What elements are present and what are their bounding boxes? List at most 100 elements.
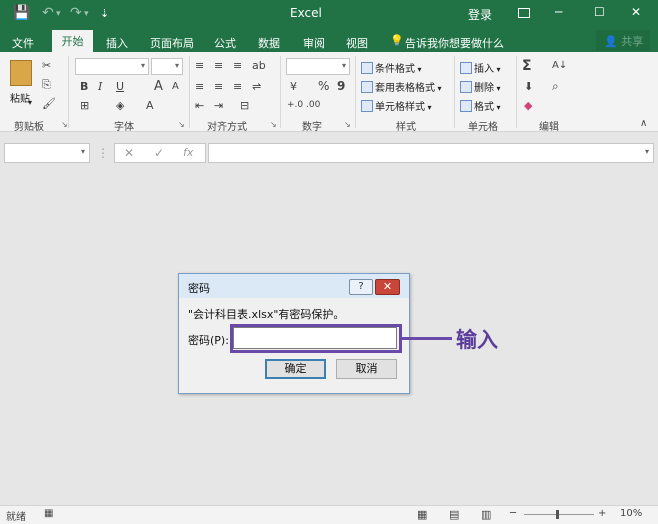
undo-icon[interactable]: ↶ bbox=[42, 5, 54, 21]
dialog-close-button[interactable]: ✕ bbox=[375, 279, 400, 295]
page-break-view-icon[interactable]: ▥ bbox=[481, 508, 491, 521]
tab-formulas[interactable]: 公式 bbox=[214, 35, 236, 51]
autosum-icon[interactable]: Σ bbox=[522, 58, 532, 74]
cells-group-label: 单元格 bbox=[468, 122, 498, 133]
chevron-down-icon: ▾ bbox=[174, 61, 179, 70]
clipboard-launcher-icon[interactable]: ↘ bbox=[61, 120, 68, 129]
border-icon[interactable]: ⊞ bbox=[80, 99, 89, 112]
align-center-icon[interactable]: ≡ bbox=[214, 80, 223, 93]
zoom-level[interactable]: 10% bbox=[620, 508, 642, 519]
chevron-down-icon: ▾ bbox=[415, 65, 422, 74]
zoom-in-icon[interactable]: + bbox=[598, 508, 606, 519]
italic-icon[interactable]: I bbox=[98, 80, 102, 93]
cancel-icon[interactable]: ✕ bbox=[124, 146, 134, 160]
merge-center-icon[interactable]: ⊟ bbox=[240, 99, 249, 112]
number-launcher-icon[interactable]: ↘ bbox=[344, 120, 351, 129]
tab-data[interactable]: 数据 bbox=[258, 35, 280, 51]
page-layout-view-icon[interactable]: ▤ bbox=[449, 508, 459, 521]
delete-cells-button[interactable]: 删除 ▾ bbox=[460, 79, 501, 94]
grow-font-icon[interactable]: A bbox=[154, 79, 163, 94]
ribbon-tabs bbox=[0, 28, 658, 52]
comma-style-icon[interactable]: 9 bbox=[337, 79, 345, 93]
help-button[interactable]: ? bbox=[349, 279, 373, 295]
annotation-label: 输入 bbox=[456, 328, 498, 352]
customize-qat-icon[interactable]: ⇣ bbox=[100, 7, 109, 20]
macro-record-icon[interactable]: ▦ bbox=[44, 508, 53, 519]
save-icon[interactable]: 💾 bbox=[13, 5, 30, 21]
chevron-down-icon: ▾ bbox=[435, 84, 442, 93]
paste-dropdown-icon[interactable]: ▾ bbox=[28, 98, 32, 107]
number-format-combo[interactable]: ▾ bbox=[286, 58, 350, 75]
tell-me-search[interactable]: 告诉我你想要做什么 bbox=[405, 35, 504, 51]
number-group-label: 数字 bbox=[302, 122, 322, 133]
align-right-icon[interactable]: ≡ bbox=[233, 80, 242, 93]
formula-input[interactable]: ▾ bbox=[208, 143, 654, 163]
alignment-launcher-icon[interactable]: ↘ bbox=[270, 120, 277, 129]
chevron-down-icon: ▾ bbox=[494, 103, 501, 112]
close-icon[interactable]: ✕ bbox=[631, 5, 641, 19]
shrink-font-icon[interactable]: A bbox=[172, 81, 179, 92]
align-bottom-icon[interactable]: ≡ bbox=[233, 59, 242, 72]
tab-view[interactable]: 视图 bbox=[346, 35, 368, 51]
wrap-text-icon[interactable]: ⇌ bbox=[252, 80, 261, 93]
maximize-icon[interactable]: ☐ bbox=[594, 5, 605, 19]
decrease-indent-icon[interactable]: ⇤ bbox=[195, 99, 204, 112]
cancel-button[interactable]: 取消 bbox=[336, 359, 397, 379]
tab-page-layout[interactable]: 页面布局 bbox=[150, 35, 194, 51]
bold-icon[interactable]: B bbox=[80, 80, 88, 93]
format-painter-icon[interactable]: 🖌 bbox=[42, 97, 56, 110]
zoom-slider[interactable] bbox=[524, 514, 594, 515]
percent-icon[interactable]: % bbox=[318, 79, 329, 93]
format-cells-icon bbox=[460, 100, 472, 112]
decrease-decimal-icon[interactable]: .00 bbox=[306, 100, 320, 110]
tab-review[interactable]: 审阅 bbox=[303, 35, 325, 51]
cell-styles-button[interactable]: 单元格样式 ▾ bbox=[361, 98, 432, 113]
font-size-combo[interactable]: ▾ bbox=[151, 58, 183, 75]
font-launcher-icon[interactable]: ↘ bbox=[178, 120, 185, 129]
minimize-icon[interactable]: ─ bbox=[555, 5, 562, 19]
ok-button[interactable]: 确定 bbox=[265, 359, 326, 379]
chevron-down-icon: ▾ bbox=[494, 65, 501, 74]
fill-down-icon[interactable]: ⬇ bbox=[524, 80, 533, 93]
tab-insert[interactable]: 插入 bbox=[106, 35, 128, 51]
orientation-icon[interactable]: ab bbox=[252, 59, 266, 72]
cut-icon[interactable]: ✂ bbox=[42, 59, 51, 72]
ribbon-display-options-icon[interactable] bbox=[518, 8, 530, 18]
format-cells-button[interactable]: 格式 ▾ bbox=[460, 98, 501, 113]
tab-file[interactable]: 文件 bbox=[12, 35, 34, 51]
tab-home[interactable]: 开始 bbox=[52, 30, 93, 52]
normal-view-icon[interactable]: ▦ bbox=[417, 508, 427, 521]
undo-dropdown-icon[interactable]: ▾ bbox=[56, 9, 61, 19]
font-color-icon[interactable]: A bbox=[146, 99, 154, 112]
insert-function-icon[interactable]: fx bbox=[183, 146, 193, 159]
align-middle-icon[interactable]: ≡ bbox=[214, 59, 223, 72]
align-left-icon[interactable]: ≡ bbox=[195, 80, 204, 93]
enter-icon[interactable]: ✓ bbox=[154, 146, 164, 160]
login-link[interactable]: 登录 bbox=[468, 6, 492, 23]
font-name-combo[interactable]: ▾ bbox=[75, 58, 149, 75]
zoom-out-icon[interactable]: ─ bbox=[510, 508, 516, 519]
conditional-format-button[interactable]: 条件格式 ▾ bbox=[361, 60, 422, 75]
sort-filter-icon[interactable]: A↓ bbox=[552, 60, 567, 71]
find-select-icon[interactable]: ⌕ bbox=[552, 79, 559, 94]
expand-formula-icon[interactable]: ▾ bbox=[645, 147, 649, 156]
redo-dropdown-icon[interactable]: ▾ bbox=[84, 9, 89, 19]
currency-icon[interactable]: ¥ bbox=[290, 80, 297, 93]
collapse-ribbon-icon[interactable]: ∧ bbox=[640, 118, 647, 129]
password-input[interactable] bbox=[233, 327, 397, 349]
insert-cells-button[interactable]: 插入 ▾ bbox=[460, 60, 501, 75]
share-button[interactable]: 👤 共享 bbox=[596, 30, 650, 51]
increase-indent-icon[interactable]: ⇥ bbox=[214, 99, 223, 112]
paste-label[interactable]: 粘贴 bbox=[10, 90, 30, 105]
redo-icon[interactable]: ↷ bbox=[70, 5, 82, 21]
copy-icon[interactable]: ⎘ bbox=[42, 78, 51, 92]
format-as-table-button[interactable]: 套用表格格式 ▾ bbox=[361, 79, 442, 94]
clear-icon[interactable]: ◆ bbox=[524, 99, 532, 112]
underline-icon[interactable]: U bbox=[116, 80, 124, 93]
paste-icon[interactable] bbox=[10, 60, 32, 86]
zoom-slider-thumb[interactable] bbox=[556, 510, 559, 519]
name-box[interactable]: ▾ bbox=[4, 143, 90, 163]
align-top-icon[interactable]: ≡ bbox=[195, 59, 204, 72]
increase-decimal-icon[interactable]: +.0 bbox=[287, 100, 303, 110]
fill-color-icon[interactable]: ◈ bbox=[116, 99, 124, 112]
